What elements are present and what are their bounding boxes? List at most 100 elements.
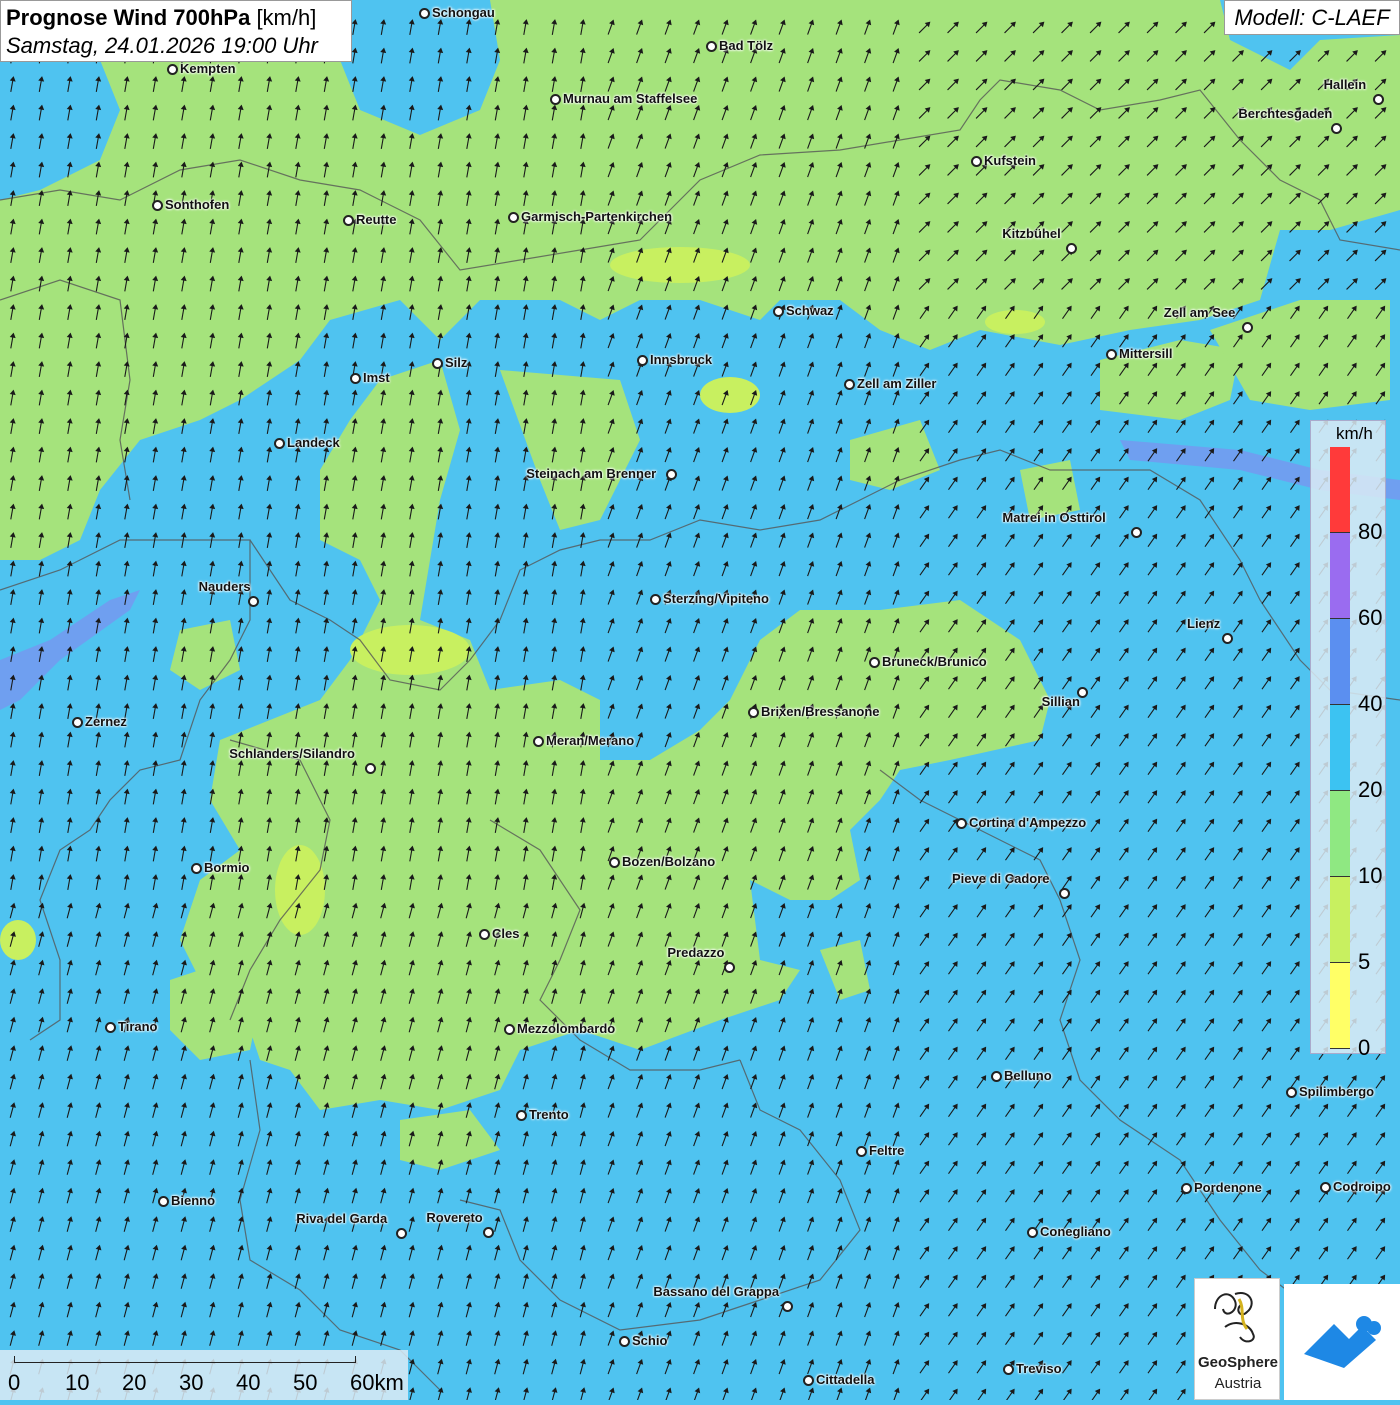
city-label: Meran/Merano <box>546 733 635 748</box>
city-marker[interactable] <box>706 41 717 52</box>
city-marker[interactable] <box>773 306 784 317</box>
legend-tick-label: 0 <box>1358 1035 1371 1060</box>
city-marker[interactable] <box>504 1024 515 1035</box>
city-marker[interactable] <box>844 379 855 390</box>
city-marker[interactable] <box>1066 243 1077 254</box>
city-label: Garmisch-Partenkirchen <box>521 209 673 224</box>
city-marker[interactable] <box>152 200 163 211</box>
scale-tick-label: 10 <box>65 1370 90 1395</box>
city-label: Innsbruck <box>650 352 713 367</box>
city-label: Hallein <box>1323 77 1367 92</box>
city-marker[interactable] <box>191 863 202 874</box>
legend-tick-label: 60 <box>1358 605 1383 630</box>
city-marker[interactable] <box>483 1227 494 1238</box>
city-label: Trento <box>529 1107 569 1122</box>
legend-color-segment <box>1330 447 1350 533</box>
city-marker[interactable] <box>1131 527 1142 538</box>
city-marker[interactable] <box>748 707 759 718</box>
city-marker[interactable] <box>1059 888 1070 899</box>
city-label: Matrei in Osttirol <box>1002 510 1106 525</box>
city-marker[interactable] <box>1181 1183 1192 1194</box>
zone-calm-3 <box>610 247 750 283</box>
color-legend: km/h 80 60 40 20 10 5 0 <box>1310 420 1386 1060</box>
city-marker[interactable] <box>396 1228 407 1239</box>
city-label: Murnau am Staffelsee <box>563 91 698 106</box>
legend-colorbar <box>1330 447 1350 1049</box>
city-marker[interactable] <box>869 657 880 668</box>
city-marker[interactable] <box>365 763 376 774</box>
city-label: Tirano <box>118 1019 158 1034</box>
city-marker[interactable] <box>666 469 677 480</box>
geosphere-swirl-icon <box>1214 1292 1255 1343</box>
scale-tick-label: 20 <box>122 1370 147 1395</box>
city-marker[interactable] <box>158 1196 169 1207</box>
city-marker[interactable] <box>550 94 561 105</box>
weather-app-logo[interactable] <box>1284 1284 1400 1400</box>
city-marker[interactable] <box>991 1071 1002 1082</box>
city-marker[interactable] <box>350 373 361 384</box>
city-marker[interactable] <box>1286 1087 1297 1098</box>
city-marker[interactable] <box>856 1146 867 1157</box>
legend-tick-label: 5 <box>1358 949 1371 974</box>
city-marker[interactable] <box>1320 1182 1331 1193</box>
city-marker[interactable] <box>167 64 178 75</box>
legend-color-segment <box>1330 877 1350 963</box>
city-label: Silz <box>445 355 468 370</box>
city-marker[interactable] <box>105 1022 116 1033</box>
forecast-datetime: Samstag, 24.01.2026 19:00 Uhr <box>6 33 318 58</box>
city-label: Treviso <box>1016 1361 1062 1376</box>
city-marker[interactable] <box>1242 322 1253 333</box>
city-marker[interactable] <box>803 1375 814 1386</box>
city-label: Schwaz <box>786 303 834 318</box>
city-marker[interactable] <box>619 1336 630 1347</box>
city-marker[interactable] <box>971 156 982 167</box>
city-marker[interactable] <box>724 962 735 973</box>
city-marker[interactable] <box>274 438 285 449</box>
city-marker[interactable] <box>1027 1227 1038 1238</box>
city-marker[interactable] <box>1106 349 1117 360</box>
legend-tick-label: 80 <box>1358 519 1383 544</box>
legend-color-segment <box>1330 963 1350 1049</box>
city-label: Mittersill <box>1119 346 1173 361</box>
city-marker[interactable] <box>1222 633 1233 644</box>
city-label: Zell am See <box>1163 305 1236 320</box>
city-marker[interactable] <box>343 215 354 226</box>
legend-unit: km/h <box>1336 424 1373 443</box>
city-marker[interactable] <box>419 8 430 19</box>
city-marker[interactable] <box>479 929 490 940</box>
city-marker[interactable] <box>1373 94 1384 105</box>
city-marker[interactable] <box>508 212 519 223</box>
city-label: Steinach am Brenner <box>526 466 657 481</box>
city-marker[interactable] <box>637 355 648 366</box>
city-marker[interactable] <box>782 1301 793 1312</box>
city-marker[interactable] <box>533 736 544 747</box>
scale-bar <box>14 1356 356 1363</box>
city-label: Belluno <box>1004 1068 1052 1083</box>
city-label: Bormio <box>204 860 250 875</box>
city-label: Pordenone <box>1194 1180 1262 1195</box>
city-marker[interactable] <box>1003 1364 1014 1375</box>
city-marker[interactable] <box>609 857 620 868</box>
city-marker[interactable] <box>650 594 661 605</box>
city-label: Sillian <box>1041 694 1080 709</box>
city-marker[interactable] <box>1331 123 1342 134</box>
city-label: Zernez <box>85 714 127 729</box>
zone-calm-5 <box>985 310 1045 334</box>
map-title-box: Prognose Wind 700hPa [km/h] Samstag, 24.… <box>0 0 352 62</box>
geosphere-logo[interactable]: GeoSphere Austria <box>1194 1278 1280 1400</box>
map-title-unit: [km/h] <box>256 5 317 30</box>
city-label: Schio <box>632 1333 668 1348</box>
city-label: Landeck <box>287 435 340 450</box>
city-marker[interactable] <box>72 717 83 728</box>
legend-tick-label: 10 <box>1358 863 1383 888</box>
city-label: Kitzbühel <box>1002 226 1061 241</box>
city-label: Rovereto <box>426 1210 483 1225</box>
city-marker[interactable] <box>248 596 259 607</box>
city-marker[interactable] <box>516 1110 527 1121</box>
scale-tick-label: 30 <box>179 1370 204 1395</box>
city-label: Codroipo <box>1333 1179 1391 1194</box>
city-marker[interactable] <box>956 818 967 829</box>
city-marker[interactable] <box>432 358 443 369</box>
city-label: Sonthofen <box>165 197 230 212</box>
zone-calm-2 <box>275 845 325 935</box>
